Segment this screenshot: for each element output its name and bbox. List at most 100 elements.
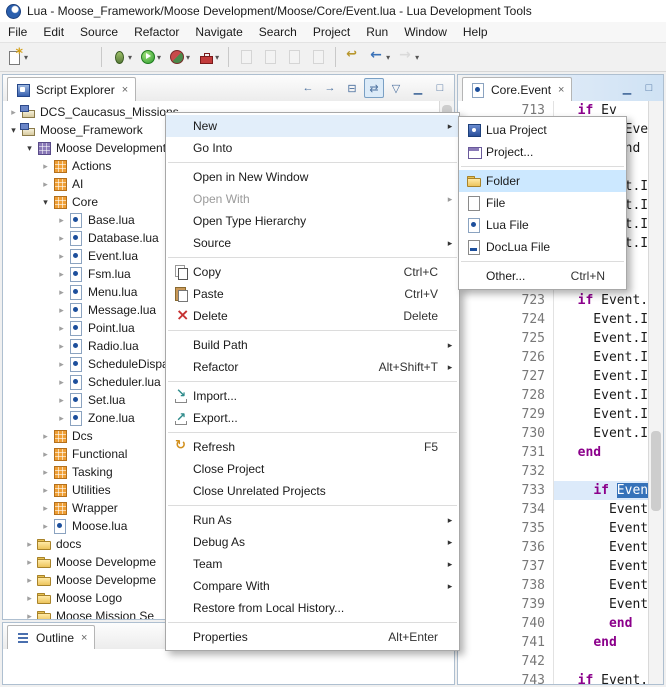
chevron-collapsed-icon[interactable]: ▸ [23, 539, 36, 550]
chevron-collapsed-icon[interactable]: ▸ [39, 503, 52, 514]
view-menu-button[interactable]: ▽ [386, 78, 406, 98]
code-line[interactable]: 730 Event.I [458, 424, 648, 443]
code-line[interactable]: 742 [458, 652, 648, 671]
dropdown-arrow-icon[interactable]: ▾ [215, 53, 219, 62]
menu-item-go-into[interactable]: Go Into [166, 137, 459, 159]
code-line[interactable]: 740 end [458, 614, 648, 633]
forward-arrow-button[interactable]: → [320, 78, 340, 98]
chevron-expanded-icon[interactable]: ▾ [23, 143, 36, 154]
last-edit-button[interactable] [342, 44, 364, 70]
code-line[interactable]: 739 Event.I [458, 595, 648, 614]
menu-item-refactor[interactable]: RefactorAlt+Shift+T▸ [166, 356, 459, 378]
chevron-collapsed-icon[interactable]: ▸ [55, 269, 68, 280]
code-line[interactable]: 726 Event.I [458, 348, 648, 367]
chevron-collapsed-icon[interactable]: ▸ [55, 413, 68, 424]
scrollbar-thumb[interactable] [651, 431, 661, 511]
menu-item-close-unrelated-projects[interactable]: Close Unrelated Projects [166, 480, 459, 502]
code-line[interactable]: 723 if Event. [458, 291, 648, 310]
code-line[interactable]: 733 if Event. [458, 481, 648, 500]
code-line[interactable]: 728 Event.I [458, 386, 648, 405]
debug-button[interactable]: ▾ [108, 44, 135, 70]
menu-edit[interactable]: Edit [35, 23, 72, 41]
code-line[interactable]: 735 Event.I [458, 519, 648, 538]
chevron-collapsed-icon[interactable]: ▸ [39, 449, 52, 460]
menu-item-open-with[interactable]: Open With▸ [166, 188, 459, 210]
chevron-collapsed-icon[interactable]: ▸ [39, 179, 52, 190]
menu-item-properties[interactable]: PropertiesAlt+Enter [166, 626, 459, 648]
chevron-collapsed-icon[interactable]: ▸ [39, 467, 52, 478]
chevron-collapsed-icon[interactable]: ▸ [23, 593, 36, 604]
menu-item-lua-project[interactable]: Lua Project [459, 119, 626, 141]
chevron-collapsed-icon[interactable]: ▸ [23, 575, 36, 586]
collapse-all-button[interactable]: ⊟ [342, 78, 362, 98]
menu-item-compare-with[interactable]: Compare With▸ [166, 575, 459, 597]
menu-refactor[interactable]: Refactor [126, 23, 187, 41]
menu-help[interactable]: Help [455, 23, 496, 41]
chevron-collapsed-icon[interactable]: ▸ [39, 431, 52, 442]
menu-window[interactable]: Window [396, 23, 455, 41]
back-button[interactable]: ▾ [366, 44, 393, 70]
menu-item-debug-as[interactable]: Debug As▸ [166, 531, 459, 553]
dropdown-arrow-icon[interactable]: ▾ [386, 53, 390, 62]
tab-core-event[interactable]: Core.Event × [462, 77, 572, 101]
dropdown-arrow-icon[interactable]: ▾ [24, 53, 28, 62]
menu-item-source[interactable]: Source▸ [166, 232, 459, 254]
menu-item-file[interactable]: File [459, 192, 626, 214]
dropdown-arrow-icon[interactable]: ▾ [415, 53, 419, 62]
menu-item-project[interactable]: Project... [459, 141, 626, 163]
tab-outline[interactable]: Outline × [7, 625, 95, 649]
menu-item-paste[interactable]: PasteCtrl+V [166, 283, 459, 305]
menu-item-refresh[interactable]: RefreshF5 [166, 436, 459, 458]
link-with-editor-button[interactable]: ⇄ [364, 78, 384, 98]
menu-item-export[interactable]: Export... [166, 407, 459, 429]
chevron-collapsed-icon[interactable]: ▸ [7, 107, 20, 118]
menu-run[interactable]: Run [358, 23, 396, 41]
menu-item-close-project[interactable]: Close Project [166, 458, 459, 480]
tab-script-explorer[interactable]: Script Explorer × [7, 77, 136, 101]
code-line[interactable]: 725 Event.I [458, 329, 648, 348]
menu-source[interactable]: Source [72, 23, 126, 41]
ext-tools-button[interactable]: ▾ [195, 44, 222, 70]
code-line[interactable]: 727 Event.I [458, 367, 648, 386]
chevron-collapsed-icon[interactable]: ▸ [39, 161, 52, 172]
minimize-button[interactable]: ▁ [408, 78, 428, 98]
menu-item-lua-file[interactable]: Lua File [459, 214, 626, 236]
code-line[interactable]: 737 Event.I [458, 557, 648, 576]
chevron-collapsed-icon[interactable]: ▸ [55, 215, 68, 226]
menu-item-run-as[interactable]: Run As▸ [166, 509, 459, 531]
menu-item-restore-from-local-history[interactable]: Restore from Local History... [166, 597, 459, 619]
chevron-expanded-icon[interactable]: ▾ [7, 125, 20, 136]
profile-button[interactable]: ▾ [166, 44, 193, 70]
dropdown-arrow-icon[interactable]: ▾ [128, 53, 132, 62]
minimize-button[interactable]: ▁ [617, 78, 637, 98]
code-line[interactable]: 734 Event.I [458, 500, 648, 519]
maximize-button[interactable]: □ [639, 78, 659, 98]
code-line[interactable]: 732 [458, 462, 648, 481]
menu-item-open-type-hierarchy[interactable]: Open Type Hierarchy [166, 210, 459, 232]
forward-button[interactable]: ▾ [395, 44, 422, 70]
run-button[interactable]: ▾ [137, 44, 164, 70]
menu-item-copy[interactable]: CopyCtrl+C [166, 261, 459, 283]
dropdown-arrow-icon[interactable]: ▾ [186, 53, 190, 62]
menu-item-folder[interactable]: Folder [459, 170, 626, 192]
menu-item-open-in-new-window[interactable]: Open in New Window [166, 166, 459, 188]
code-line[interactable]: 736 Event.I [458, 538, 648, 557]
chevron-collapsed-icon[interactable]: ▸ [23, 611, 36, 620]
chevron-collapsed-icon[interactable]: ▸ [55, 233, 68, 244]
chevron-collapsed-icon[interactable]: ▸ [55, 323, 68, 334]
menu-item-import[interactable]: Import... [166, 385, 459, 407]
code-line[interactable]: 741 end [458, 633, 648, 652]
close-icon[interactable]: × [81, 632, 87, 644]
menu-item-team[interactable]: Team▸ [166, 553, 459, 575]
chevron-collapsed-icon[interactable]: ▸ [39, 521, 52, 532]
menu-item-delete[interactable]: DeleteDelete [166, 305, 459, 327]
chevron-collapsed-icon[interactable]: ▸ [55, 251, 68, 262]
chevron-collapsed-icon[interactable]: ▸ [55, 305, 68, 316]
doc-gray-button[interactable] [235, 44, 257, 70]
code-line[interactable]: 738 Event.I [458, 576, 648, 595]
doc-gray-button[interactable] [283, 44, 305, 70]
chevron-collapsed-icon[interactable]: ▸ [39, 485, 52, 496]
chevron-expanded-icon[interactable]: ▾ [39, 197, 52, 208]
doc-gray-button[interactable] [307, 44, 329, 70]
new-wizard-button[interactable]: ▾ [4, 44, 31, 70]
